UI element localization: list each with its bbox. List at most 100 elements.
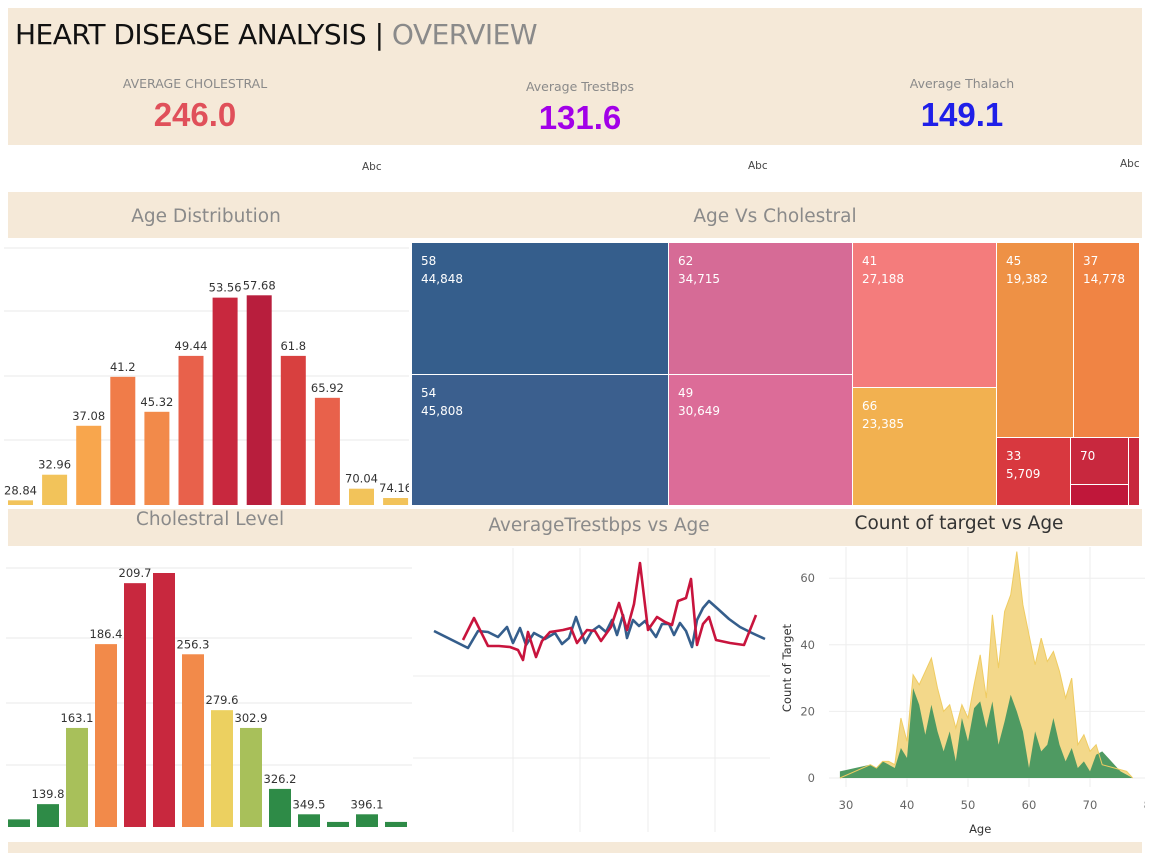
title-text: HEART DISEASE ANALYSIS — [15, 18, 367, 51]
bar-label: 349.5 — [293, 797, 326, 811]
series-line — [461, 561, 758, 662]
placeholder-label-1: Abc — [362, 161, 382, 173]
placeholder-label-3: Abc — [1120, 158, 1140, 170]
treemap-cell: 66 23,385 — [853, 388, 996, 505]
x-tick-label: 60 — [1022, 798, 1037, 812]
y-tick-label: 0 — [808, 771, 815, 785]
treemap-value: 45,808 — [421, 404, 463, 418]
treemap-value: 14,778 — [1083, 272, 1125, 286]
x-tick-label: 30 — [839, 798, 854, 812]
bar — [153, 573, 175, 827]
treemap-value: 34,715 — [678, 272, 720, 286]
treemap-cell: 33 5,709 — [997, 438, 1070, 505]
bar-label: 70.04 — [345, 472, 378, 486]
treemap-age: 49 — [678, 386, 694, 400]
treemap-cell: 45 19,382 — [997, 243, 1073, 437]
bar — [298, 814, 320, 827]
bar-label: 279.6 — [206, 693, 239, 707]
treemap-age: 66 — [862, 399, 878, 413]
treemap-cell: 54 45,808 — [412, 375, 668, 505]
bar — [246, 295, 272, 505]
kpi-trestbps-label: Average TrestBps — [525, 79, 635, 94]
bar-label: 32.96 — [38, 458, 71, 472]
bar-label: 163.1 — [61, 711, 94, 725]
age-vs-chol-title: Age Vs Cholestral — [693, 206, 857, 227]
kpi-cholestral-label: AVERAGE CHOLESTRAL — [122, 76, 268, 91]
y-axis-label: Count of Target — [780, 623, 794, 712]
bar-label: 326.2 — [264, 772, 297, 786]
target-area-chart: 0 20 40 60 30 40 50 60 70 80 Age Count of Target — [780, 547, 1145, 836]
x-tick-label: 50 — [961, 798, 976, 812]
bar — [182, 654, 204, 827]
bar-label: 37.08 — [72, 409, 105, 423]
x-tick-label: 40 — [900, 798, 915, 812]
bar — [349, 488, 374, 505]
placeholder-box-1 — [8, 147, 388, 190]
treemap-value: 19,382 — [1006, 272, 1048, 286]
treemap-age: 62 — [678, 254, 694, 268]
bar-label: 209.7 — [119, 566, 152, 580]
treemap-cell-small — [1071, 485, 1128, 505]
bar-label: 302.9 — [235, 711, 268, 725]
placeholder-box-3 — [778, 147, 1142, 185]
treemap-value: 27,188 — [862, 272, 904, 286]
trestbps-vs-age-title: AverageTrestbps vs Age — [488, 515, 710, 536]
treemap-age: 54 — [421, 386, 437, 400]
treemap-cell: 62 34,715 — [669, 243, 852, 374]
bar — [211, 710, 233, 827]
bar-label: 28.84 — [4, 483, 37, 497]
bar — [144, 411, 170, 505]
bar — [212, 297, 238, 505]
bar — [383, 498, 409, 505]
treemap-age: 58 — [421, 254, 437, 268]
treemap-cell: 58 44,848 — [412, 243, 668, 374]
bar-label: 53.56 — [209, 281, 242, 295]
footer-band — [8, 842, 1142, 853]
bar — [8, 819, 30, 827]
x-tick-label: 70 — [1083, 798, 1098, 812]
treemap-cell: 37 14,778 — [1074, 243, 1139, 437]
bar-label: 61.8 — [280, 339, 306, 353]
treemap-value: 23,385 — [862, 417, 904, 431]
treemap-cell: 49 30,649 — [669, 375, 852, 505]
age-vs-chol-treemap: 58 44,848 54 45,808 62 34,715 49 30,649 41 27,188… — [412, 243, 1139, 505]
target-vs-age-title: Count of target vs Age — [854, 513, 1064, 534]
bar — [280, 355, 306, 505]
chol-level-title: Cholestral Level — [135, 509, 285, 530]
bar — [240, 727, 262, 827]
x-tick-label: 80 — [1144, 798, 1145, 812]
kpi-thalach-label: Average Thalach — [909, 76, 1015, 91]
placeholder-box-2 — [390, 147, 775, 185]
bar — [95, 644, 117, 827]
bar — [8, 500, 33, 505]
bar — [178, 355, 204, 505]
bar — [42, 474, 68, 505]
title-subtitle: OVERVIEW — [391, 18, 538, 51]
bar — [37, 804, 59, 827]
age-distribution-chart: 28.8432.96 37.08 41.2 45.32 49.44 53.56 57.68 6… — [4, 247, 409, 505]
kpi-cholestral-value: 246.0 — [153, 96, 237, 133]
bar-label: 45.32 — [140, 395, 173, 409]
title-separator: | — [366, 18, 392, 51]
x-axis-label: Age — [969, 822, 991, 836]
kpi-trestbps-value: 131.6 — [538, 99, 622, 136]
bar — [385, 821, 407, 827]
treemap-cell-small — [1129, 438, 1139, 505]
age-distribution-title: Age Distribution — [131, 206, 281, 227]
treemap-age: 37 — [1083, 254, 1099, 268]
trestbps-line-chart — [413, 548, 770, 832]
treemap-value: 5,709 — [1006, 467, 1041, 481]
bar-label: 49.44 — [175, 339, 208, 353]
bar — [269, 788, 291, 827]
bar — [110, 376, 136, 505]
bar — [124, 583, 146, 827]
placeholder-label-2: Abc — [748, 160, 768, 172]
bar-label: 74.16 — [379, 481, 409, 495]
bar-label: 139.8 — [32, 787, 65, 801]
treemap-age: 33 — [1006, 449, 1022, 463]
page-title: HEART DISEASE ANALYSIS | OVERVIEW — [15, 18, 538, 51]
bar-label: 186.4 — [90, 627, 123, 641]
bar — [327, 821, 349, 827]
y-tick-label: 20 — [800, 704, 815, 718]
bar-label: 256.3 — [177, 637, 210, 651]
